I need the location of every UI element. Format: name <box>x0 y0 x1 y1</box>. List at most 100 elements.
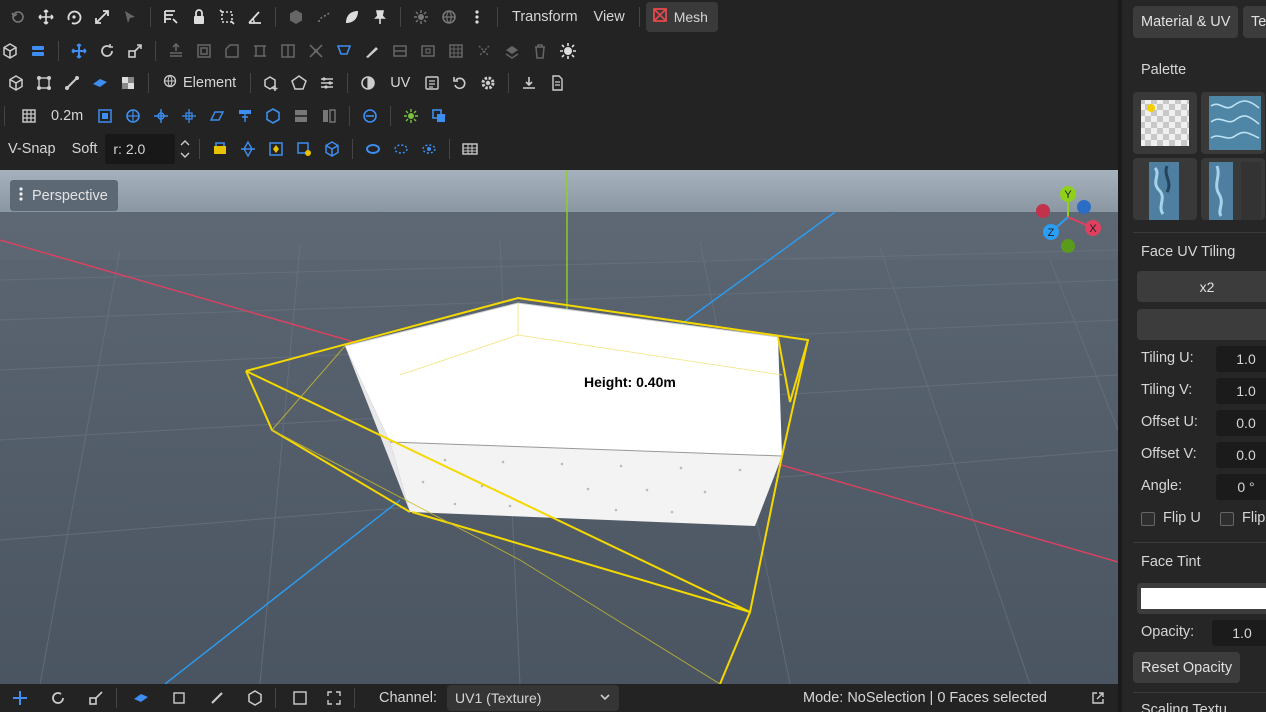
external-link-icon[interactable] <box>1090 690 1106 709</box>
vertex-select-icon[interactable] <box>30 69 58 97</box>
face-select-icon[interactable] <box>86 69 114 97</box>
object-mode-bottom-icon[interactable] <box>241 684 269 712</box>
edge-select-icon[interactable] <box>58 69 86 97</box>
snap-sphere-icon[interactable] <box>119 102 147 130</box>
sun-settings-icon[interactable] <box>554 37 582 65</box>
texture-mode-icon[interactable] <box>114 69 142 97</box>
snap-grid-icon[interactable] <box>213 3 241 31</box>
element-button[interactable]: Element <box>155 69 244 97</box>
bridge-icon[interactable] <box>246 37 274 65</box>
bevel-icon[interactable] <box>218 37 246 65</box>
reset-opacity-button[interactable]: Reset Opacity <box>1133 652 1241 683</box>
extrude-icon[interactable] <box>162 37 190 65</box>
offset-v-field[interactable]: 0.0 <box>1216 442 1266 468</box>
rotate-icon[interactable] <box>60 3 88 31</box>
neg-x-axis-dot[interactable] <box>1036 204 1050 218</box>
reset-icon[interactable] <box>446 69 474 97</box>
leaf-icon[interactable] <box>338 3 366 31</box>
fill-icon[interactable] <box>330 37 358 65</box>
perspective-button[interactable]: Perspective <box>10 180 118 211</box>
sliders-icon[interactable] <box>313 69 341 97</box>
uv-ring-icon[interactable] <box>359 135 387 163</box>
more-vertical-icon[interactable] <box>463 3 491 31</box>
move-tool-icon[interactable] <box>65 37 93 65</box>
snap-layers-icon[interactable] <box>287 102 315 130</box>
uv-box-icon[interactable] <box>206 135 234 163</box>
move-tool-bottom-icon[interactable] <box>6 684 34 712</box>
light-icon[interactable] <box>407 3 435 31</box>
tiling-u-field[interactable]: 1.0 <box>1216 346 1266 372</box>
grid-fill-icon[interactable] <box>442 37 470 65</box>
palette-swatch-blue-2[interactable] <box>1201 158 1265 220</box>
loop-cut-icon[interactable] <box>386 37 414 65</box>
path-icon[interactable] <box>310 3 338 31</box>
tab-texture[interactable]: Te <box>1243 6 1266 38</box>
flip-v-checkbox[interactable] <box>1220 512 1234 526</box>
layers-icon[interactable] <box>157 3 185 31</box>
pin-icon[interactable] <box>366 3 394 31</box>
face-mode-bottom-icon[interactable] <box>127 684 155 712</box>
rotate-tool-icon[interactable] <box>93 37 121 65</box>
neg-z-axis-dot[interactable] <box>1077 200 1091 214</box>
tiling-blank-button[interactable] <box>1137 309 1266 340</box>
flip-u-checkbox[interactable] <box>1141 512 1155 526</box>
snap-mirror-icon[interactable] <box>315 102 343 130</box>
vsnap-button[interactable]: V-Snap <box>0 135 64 163</box>
uv-target-icon[interactable] <box>415 135 443 163</box>
angle-field[interactable]: 0 ° <box>1216 474 1266 500</box>
face-tint-color-button[interactable] <box>1137 583 1266 614</box>
snap-cube-icon[interactable] <box>259 102 287 130</box>
snap-edge-icon[interactable] <box>175 102 203 130</box>
merge-icon[interactable] <box>302 37 330 65</box>
object-mode-icon[interactable] <box>0 37 24 65</box>
palette-swatch-water[interactable] <box>1201 92 1265 154</box>
view-menu[interactable]: View <box>586 3 633 31</box>
uv-button[interactable]: UV <box>382 69 418 97</box>
opacity-field[interactable]: 1.0 <box>1212 620 1266 646</box>
delete-icon[interactable] <box>526 37 554 65</box>
cube-solid-icon[interactable] <box>282 3 310 31</box>
table-icon[interactable] <box>456 135 484 163</box>
tiling-v-field[interactable]: 1.0 <box>1216 378 1266 404</box>
undo-icon[interactable] <box>4 3 32 31</box>
grid-icon[interactable] <box>15 102 43 130</box>
snap-vertex-icon[interactable] <box>147 102 175 130</box>
transform-menu[interactable]: Transform <box>504 3 586 31</box>
snap-tree-icon[interactable] <box>231 102 259 130</box>
snap-to-grid-icon[interactable] <box>91 102 119 130</box>
angle-snap-icon[interactable] <box>241 3 269 31</box>
download-icon[interactable] <box>515 69 543 97</box>
move-icon[interactable] <box>32 3 60 31</box>
uv-cube-icon[interactable] <box>318 135 346 163</box>
uv-project-icon[interactable] <box>290 135 318 163</box>
grid-size[interactable]: 0.2m <box>43 102 91 130</box>
orientation-gizmo[interactable]: Y X Z <box>1030 182 1106 258</box>
uv-lasso-icon[interactable] <box>387 135 415 163</box>
tab-material-uv[interactable]: Material & UV <box>1133 6 1239 38</box>
scale-icon[interactable] <box>88 3 116 31</box>
select-pointer-icon[interactable] <box>116 3 144 31</box>
snap-face-icon[interactable] <box>203 102 231 130</box>
inset-icon[interactable] <box>190 37 218 65</box>
neg-y-axis-dot[interactable] <box>1061 239 1075 253</box>
subdivide-icon[interactable] <box>414 37 442 65</box>
lock-icon[interactable] <box>185 3 213 31</box>
list-panel-icon[interactable] <box>418 69 446 97</box>
gear-icon[interactable] <box>474 69 502 97</box>
knife-icon[interactable] <box>358 37 386 65</box>
radius-field[interactable]: r: 2.0 <box>105 133 176 164</box>
scale-tool-bottom-icon[interactable] <box>82 684 110 712</box>
uv-sphere-icon[interactable] <box>354 69 382 97</box>
uv-pin-icon[interactable] <box>262 135 290 163</box>
frame-icon[interactable] <box>320 684 348 712</box>
uv-align-icon[interactable] <box>234 135 262 163</box>
flatten-icon[interactable] <box>498 37 526 65</box>
snap-sun-icon[interactable] <box>397 102 425 130</box>
soft-button[interactable]: Soft <box>64 135 106 163</box>
document-icon[interactable] <box>543 69 571 97</box>
snap-copy-icon[interactable] <box>425 102 453 130</box>
vertex-mode-bottom-icon[interactable] <box>165 684 193 712</box>
split-icon[interactable] <box>274 37 302 65</box>
dissolve-icon[interactable] <box>470 37 498 65</box>
edit-mode-icon[interactable] <box>24 37 52 65</box>
